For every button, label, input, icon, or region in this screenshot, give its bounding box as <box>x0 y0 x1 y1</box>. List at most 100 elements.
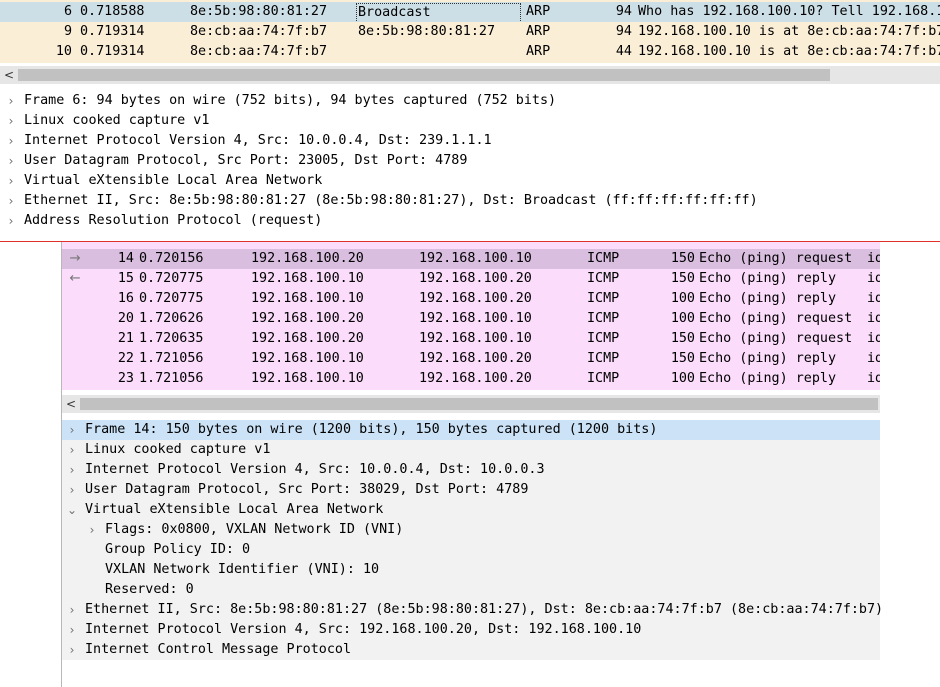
packet-info-overflow: id <box>867 371 880 386</box>
chevron-right-icon[interactable]: › <box>4 171 18 191</box>
packet-destination: 192.168.100.10 <box>419 331 532 346</box>
packet-info-overflow: id <box>867 331 880 346</box>
detail-text: Flags: 0x0800, VXLAN Network ID (VNI) <box>105 522 404 537</box>
scroll-left-icon[interactable]: < <box>64 395 78 413</box>
detail-text: Ethernet II, Src: 8e:5b:98:80:81:27 (8e:… <box>24 193 758 208</box>
detail-row[interactable]: Group Policy ID: 0 <box>62 540 880 560</box>
detail-row[interactable]: › Ethernet II, Src: 8e:5b:98:80:81:27 (8… <box>0 191 940 211</box>
chevron-right-icon[interactable]: › <box>4 91 18 111</box>
packet-destination: 192.168.100.20 <box>419 371 532 386</box>
table-row[interactable]: → 14 0.720156 192.168.100.20 192.168.100… <box>62 249 880 269</box>
table-row[interactable]: 16 0.720775 192.168.100.10 192.168.100.2… <box>62 289 880 309</box>
packet-time: 0.718588 <box>80 4 145 19</box>
packet-info: Echo (ping) reply <box>699 351 837 366</box>
chevron-right-icon[interactable]: › <box>65 440 79 460</box>
chevron-right-icon[interactable]: › <box>4 131 18 151</box>
chevron-right-icon[interactable]: › <box>4 151 18 171</box>
top-packet-list[interactable]: 6 0.718588 8e:5b:98:80:81:27 Broadcast A… <box>0 0 940 63</box>
packet-no: 22 <box>117 351 134 366</box>
detail-text: Frame 6: 94 bytes on wire (752 bits), 94… <box>24 93 557 108</box>
detail-text: Virtual eXtensible Local Area Network <box>24 173 323 188</box>
packet-no: 6 <box>63 4 72 19</box>
chevron-right-icon[interactable]: › <box>65 460 79 480</box>
bottom-packet-list[interactable]: → 14 0.720156 192.168.100.20 192.168.100… <box>62 242 880 390</box>
chevron-right-icon[interactable]: › <box>85 520 99 540</box>
packet-protocol: ICMP <box>587 311 620 326</box>
detail-row[interactable]: Reserved: 0 <box>62 580 880 600</box>
table-row[interactable]: 22 1.721056 192.168.100.10 192.168.100.2… <box>62 349 880 369</box>
table-row[interactable]: 21 1.720635 192.168.100.20 192.168.100.1… <box>62 329 880 349</box>
detail-text: Internet Protocol Version 4, Src: 10.0.0… <box>85 462 545 477</box>
packet-protocol: ARP <box>526 4 551 19</box>
packet-info: Who has 192.168.100.10? Tell 192.168.1 <box>638 4 940 19</box>
table-row[interactable]: 20 1.720626 192.168.100.20 192.168.100.1… <box>62 309 880 329</box>
packet-destination: 192.168.100.20 <box>419 291 532 306</box>
chevron-right-icon[interactable]: › <box>65 480 79 500</box>
chevron-right-icon[interactable]: › <box>4 111 18 131</box>
detail-row[interactable]: › Internet Protocol Version 4, Src: 192.… <box>62 620 880 640</box>
table-row[interactable]: 9 0.719314 8e:cb:aa:74:7f:b7 8e:5b:98:80… <box>0 22 940 42</box>
detail-row-selected[interactable]: › Frame 14: 150 bytes on wire (1200 bits… <box>62 420 880 440</box>
chevron-right-icon[interactable]: › <box>65 420 79 440</box>
detail-row[interactable]: › Linux cooked capture v1 <box>0 111 940 131</box>
chevron-right-icon[interactable]: › <box>65 620 79 640</box>
packet-info: 192.168.100.10 is at 8e:cb:aa:74:7f:b7 <box>638 44 940 59</box>
chevron-right-icon[interactable]: › <box>4 211 18 231</box>
scrollbar-thumb[interactable] <box>80 398 878 410</box>
packet-info: Echo (ping) request <box>699 311 853 326</box>
table-row[interactable]: ← 15 0.720775 192.168.100.10 192.168.100… <box>62 269 880 289</box>
top-horizontal-scrollbar[interactable]: < <box>0 66 940 84</box>
detail-row[interactable]: › Frame 6: 94 bytes on wire (752 bits), … <box>0 91 940 111</box>
bottom-horizontal-scrollbar[interactable]: < <box>62 395 880 413</box>
detail-row[interactable]: › Internet Protocol Version 4, Src: 10.0… <box>62 460 880 480</box>
detail-row[interactable]: › Flags: 0x0800, VXLAN Network ID (VNI) <box>62 520 880 540</box>
packet-info: 192.168.100.10 is at 8e:cb:aa:74:7f:b7 <box>638 24 940 39</box>
detail-row[interactable]: › Linux cooked capture v1 <box>62 440 880 460</box>
packet-info: Echo (ping) request <box>699 331 853 346</box>
packet-info: Echo (ping) request <box>699 251 853 266</box>
table-row[interactable]: 6 0.718588 8e:5b:98:80:81:27 Broadcast A… <box>0 2 940 22</box>
chevron-right-icon[interactable]: › <box>65 640 79 660</box>
packet-source: 192.168.100.20 <box>251 311 364 326</box>
scrollbar-thumb[interactable] <box>18 69 830 81</box>
packet-source: 192.168.100.10 <box>251 291 364 306</box>
packet-info: Echo (ping) reply <box>699 291 837 306</box>
detail-text: User Datagram Protocol, Src Port: 23005,… <box>24 153 468 168</box>
detail-row[interactable]: › Internet Protocol Version 4, Src: 10.0… <box>0 131 940 151</box>
detail-row[interactable]: VXLAN Network Identifier (VNI): 10 <box>62 560 880 580</box>
detail-text: Internet Protocol Version 4, Src: 10.0.0… <box>24 133 492 148</box>
chevron-right-icon[interactable]: › <box>4 191 18 211</box>
packet-source: 192.168.100.20 <box>251 331 364 346</box>
detail-row[interactable]: › Address Resolution Protocol (request) <box>0 211 940 231</box>
detail-text: VXLAN Network Identifier (VNI): 10 <box>105 562 380 577</box>
packet-length: 100 <box>670 371 695 386</box>
packet-time: 0.720775 <box>139 291 204 306</box>
chevron-right-icon[interactable]: › <box>65 600 79 620</box>
detail-text: Linux cooked capture v1 <box>24 113 210 128</box>
detail-row[interactable]: ⌄ Virtual eXtensible Local Area Network <box>62 500 880 520</box>
scroll-left-icon[interactable]: < <box>2 66 16 84</box>
detail-row[interactable]: › Ethernet II, Src: 8e:5b:98:80:81:27 (8… <box>62 600 884 620</box>
packet-source: 192.168.100.10 <box>251 371 364 386</box>
packet-protocol: ICMP <box>587 371 620 386</box>
table-row[interactable]: 10 0.719314 8e:cb:aa:74:7f:b7 ARP 44 192… <box>0 42 940 62</box>
packet-time: 0.720775 <box>139 271 204 286</box>
packet-destination: 192.168.100.10 <box>419 311 532 326</box>
table-row[interactable]: 23 1.721056 192.168.100.10 192.168.100.2… <box>62 369 880 389</box>
chevron-down-icon[interactable]: ⌄ <box>65 500 79 520</box>
top-packet-details: › Frame 6: 94 bytes on wire (752 bits), … <box>0 89 940 237</box>
packet-protocol: ARP <box>526 24 551 39</box>
packet-source: 8e:cb:aa:74:7f:b7 <box>190 44 328 59</box>
detail-row[interactable]: › Internet Control Message Protocol <box>62 640 880 660</box>
detail-row[interactable]: › User Datagram Protocol, Src Port: 2300… <box>0 151 940 171</box>
packet-no: 16 <box>117 291 134 306</box>
packet-no: 20 <box>117 311 134 326</box>
packet-source: 8e:5b:98:80:81:27 <box>190 4 328 19</box>
detail-row[interactable]: › User Datagram Protocol, Src Port: 3802… <box>62 480 880 500</box>
packet-no: 9 <box>63 24 72 39</box>
detail-text: Address Resolution Protocol (request) <box>24 213 323 228</box>
packet-source: 8e:cb:aa:74:7f:b7 <box>190 24 328 39</box>
detail-row[interactable]: › Virtual eXtensible Local Area Network <box>0 171 940 191</box>
detail-text: Ethernet II, Src: 8e:5b:98:80:81:27 (8e:… <box>85 602 884 617</box>
packet-protocol: ICMP <box>587 291 620 306</box>
